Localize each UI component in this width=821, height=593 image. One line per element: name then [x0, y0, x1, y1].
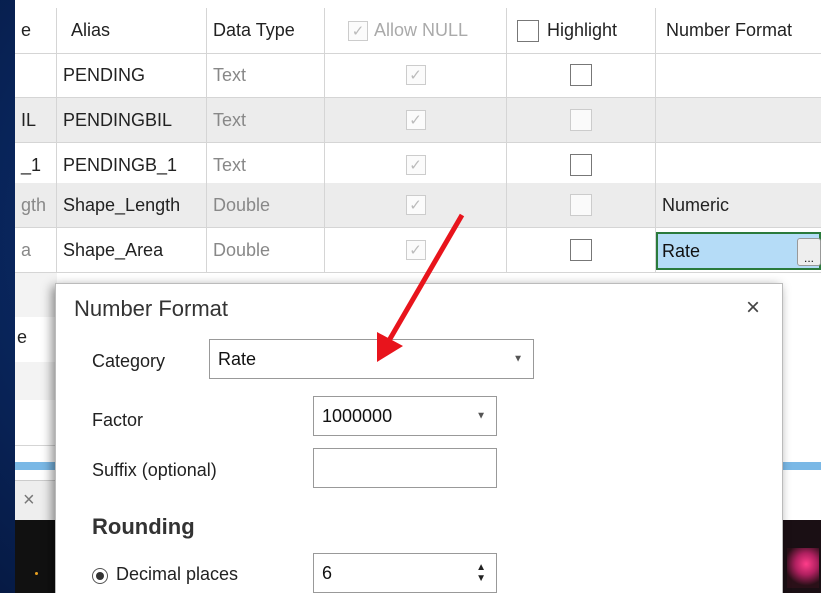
arrow-shaft — [384, 213, 465, 346]
annotation-arrow — [377, 213, 465, 362]
fields-view-screenshot: e Alias Data Type ✓ Allow NULL Highlight… — [15, 0, 821, 593]
